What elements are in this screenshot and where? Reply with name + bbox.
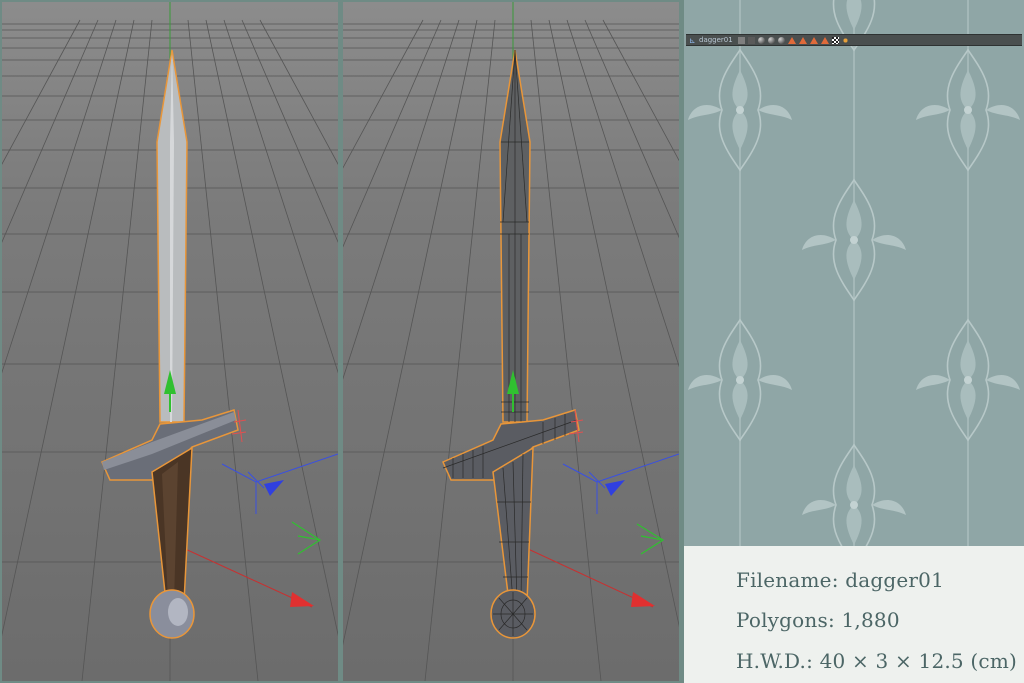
- filename-label: Filename:: [736, 568, 839, 592]
- y-axis-label-icon: [636, 523, 665, 555]
- uvw-tag-icon[interactable]: [841, 36, 849, 44]
- y-axis-label-icon: [291, 521, 322, 555]
- viewport-wireframe-canvas[interactable]: [343, 2, 679, 681]
- polygons-value: 1,880: [841, 608, 900, 632]
- dagger-shaded[interactable]: [101, 49, 239, 639]
- polygons-label: Polygons:: [736, 608, 835, 632]
- model-info-box: Filename: dagger01 Polygons: 1,880 H.W.D…: [684, 546, 1024, 683]
- x-axis-line: [512, 541, 654, 608]
- damask-background: [687, 0, 1021, 546]
- layer-icon[interactable]: [737, 36, 745, 44]
- z-axis-arrow-icon[interactable]: [264, 480, 284, 496]
- filename-value: dagger01: [845, 568, 944, 592]
- dimensions-value: 40 × 3 × 12.5 (cm): [819, 649, 1017, 673]
- x-axis-arrow-icon[interactable]: [631, 592, 655, 607]
- info-panel: ⊾ dagger01 Filename: dagger01 Polygons: …: [684, 0, 1024, 683]
- filename-line: Filename: dagger01: [736, 568, 944, 592]
- z-axis-arrow-icon[interactable]: [605, 480, 625, 496]
- dimensions-label: H.W.D.:: [736, 649, 814, 673]
- viewport-shaded[interactable]: [2, 2, 338, 681]
- polygons-line: Polygons: 1,880: [736, 608, 900, 632]
- viewport-wireframe[interactable]: [343, 2, 679, 681]
- dimensions-line: H.W.D.: 40 × 3 × 12.5 (cm): [736, 649, 1017, 673]
- material-ball-icon[interactable]: [757, 36, 765, 44]
- checker-icon[interactable]: [831, 36, 839, 44]
- object-name-label[interactable]: dagger01: [699, 36, 733, 44]
- visibility-dots-icon[interactable]: [747, 36, 755, 44]
- dagger-wireframe[interactable]: [442, 49, 580, 639]
- tag-icon[interactable]: [798, 36, 807, 44]
- null-object-icon: ⊾: [689, 35, 696, 45]
- x-axis-line: [169, 541, 313, 608]
- object-manager-row[interactable]: ⊾ dagger01: [686, 34, 1022, 46]
- tag-icon[interactable]: [787, 36, 796, 44]
- material-ball-icon[interactable]: [777, 36, 785, 44]
- tag-icon[interactable]: [820, 36, 829, 44]
- x-axis-arrow-icon[interactable]: [290, 592, 314, 607]
- viewport-shaded-canvas[interactable]: [2, 2, 338, 681]
- tag-icon[interactable]: [809, 36, 818, 44]
- material-ball-icon[interactable]: [767, 36, 775, 44]
